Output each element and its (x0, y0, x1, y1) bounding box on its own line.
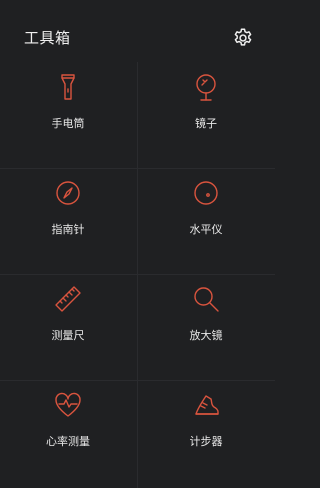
tool-label: 测量尺 (51, 329, 85, 342)
level-icon (194, 181, 218, 205)
tool-pedometer[interactable]: 计步器 (138, 380, 274, 486)
page-title: 工具箱 (24, 29, 71, 47)
tool-mirror[interactable]: 镜子 (138, 62, 274, 168)
tool-grid: 手电筒 镜子 指南针 水平仪 测量尺 放大镜 心率测量 计步器 (0, 62, 275, 488)
tool-label: 心率测量 (46, 435, 90, 448)
magnifier-icon (194, 287, 219, 312)
compass-icon (56, 181, 80, 205)
tool-label: 手电筒 (51, 117, 85, 130)
tool-label: 镜子 (195, 117, 217, 130)
flashlight-icon (61, 74, 75, 100)
tool-label: 计步器 (189, 435, 223, 448)
tool-heart-rate[interactable]: 心率测量 (0, 380, 136, 486)
shoe-icon (195, 395, 219, 415)
tool-label: 水平仪 (189, 223, 223, 236)
toolbox-screen: 工具箱 手电筒 镜子 指南针 水平仪 测量尺 放大镜 心率测量 计步器 (0, 0, 275, 488)
tool-compass[interactable]: 指南针 (0, 168, 136, 274)
tool-label: 指南针 (51, 223, 85, 236)
tool-level[interactable]: 水平仪 (138, 168, 274, 274)
tool-magnifier[interactable]: 放大镜 (138, 274, 274, 380)
mirror-icon (196, 74, 216, 101)
heart-rate-icon (55, 392, 81, 417)
tool-label: 放大镜 (189, 329, 223, 342)
tool-ruler[interactable]: 测量尺 (0, 274, 136, 380)
header: 工具箱 (0, 0, 275, 62)
tool-flashlight[interactable]: 手电筒 (0, 62, 136, 168)
settings-button[interactable] (232, 27, 254, 49)
ruler-icon (55, 286, 81, 312)
gear-icon (234, 28, 252, 46)
